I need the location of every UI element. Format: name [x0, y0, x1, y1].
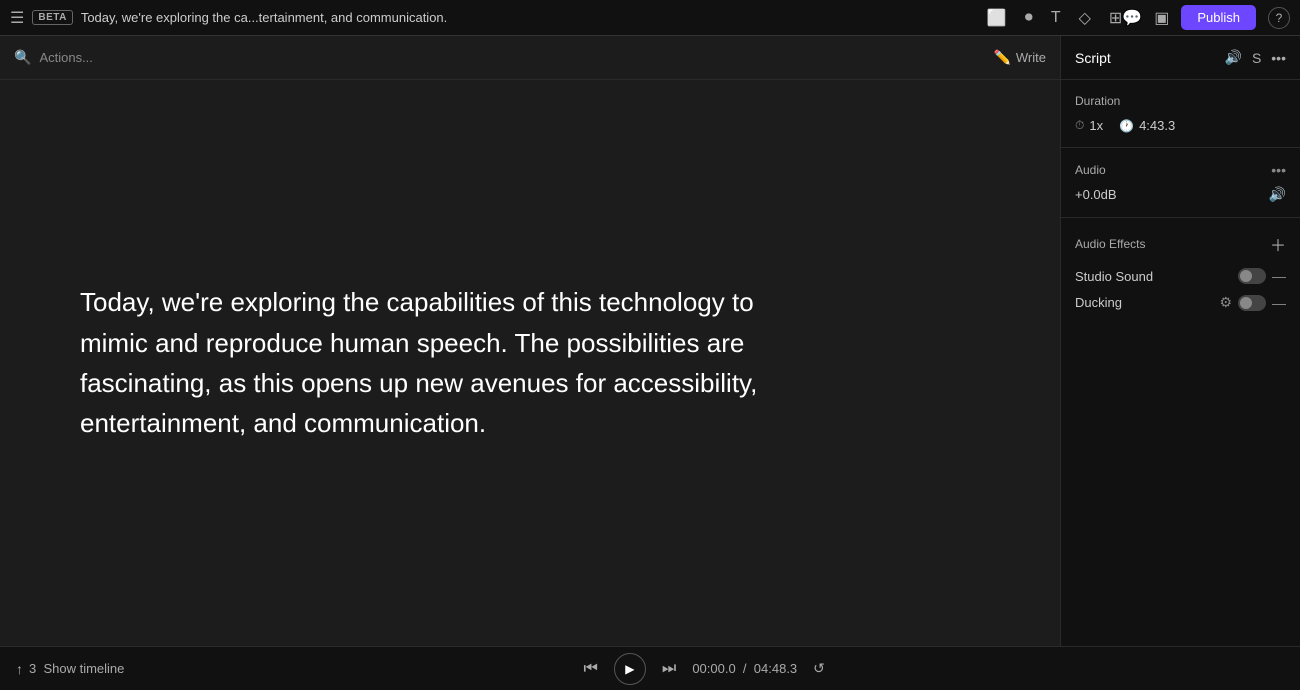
audio-db-value: +0.0dB — [1075, 187, 1269, 202]
skip-back-button[interactable]: ⏮ — [584, 660, 598, 678]
timeline-icon: ↑ — [16, 661, 23, 677]
top-bar-right: 💬 ▣ Publish ? — [1122, 5, 1290, 30]
replay-button[interactable]: ↺ — [813, 660, 825, 677]
audio-more-icon[interactable]: ••• — [1271, 162, 1286, 178]
time-display: 00:00.0 / 04:48.3 — [692, 661, 797, 676]
canvas-area: Today, we're exploring the capabilities … — [0, 80, 1060, 646]
beta-badge: BETA — [32, 10, 72, 25]
top-bar: ☰ BETA Today, we're exploring the ca...t… — [0, 0, 1300, 36]
time-value: 4:43.3 — [1139, 118, 1175, 133]
show-timeline-button[interactable]: ↑ 3 Show timeline — [16, 661, 124, 677]
duration-row: ⏱ 1x 🕐 4:43.3 — [1075, 118, 1286, 133]
help-icon[interactable]: ? — [1268, 7, 1290, 29]
effects-header: Audio Effects ＋ — [1075, 232, 1286, 256]
ducking-row: Ducking ⚙ — — [1075, 294, 1286, 311]
ducking-label: Ducking — [1075, 295, 1213, 310]
more-options-icon[interactable]: ••• — [1271, 50, 1286, 66]
left-panel: 🔍 Actions... ✏️ Write Today, we're explo… — [0, 36, 1060, 646]
canvas-text: Today, we're exploring the capabilities … — [80, 282, 780, 443]
audio-title: Audio — [1075, 163, 1271, 177]
save-icon[interactable]: ⬜ — [987, 8, 1007, 28]
duration-title: Duration — [1075, 94, 1286, 108]
top-bar-left: ☰ BETA Today, we're exploring the ca...t… — [10, 8, 987, 28]
comment-icon[interactable]: 💬 — [1122, 8, 1142, 28]
effects-section: Audio Effects ＋ Studio Sound — Ducking ⚙… — [1061, 218, 1300, 335]
record-icon[interactable]: ⏺ — [1025, 9, 1033, 27]
clock-icon: 🕐 — [1119, 119, 1134, 133]
play-button[interactable]: ▶ — [614, 653, 646, 685]
text-icon[interactable]: T — [1051, 9, 1061, 27]
bottom-bar: ↑ 3 Show timeline ⏮ ▶ ⏭ 00:00.0 / 04:48.… — [0, 646, 1300, 690]
write-icon: ✏️ — [993, 49, 1010, 66]
audio-icon[interactable]: 🔊 — [1225, 49, 1242, 66]
duration-section: Duration ⏱ 1x 🕐 4:43.3 — [1061, 80, 1300, 148]
speed-item: ⏱ 1x — [1075, 118, 1103, 133]
right-panel-header: Script 🔊 S ••• — [1061, 36, 1300, 80]
skip-forward-button[interactable]: ⏭ — [662, 660, 676, 678]
actions-label[interactable]: Actions... — [39, 50, 92, 65]
search-icon[interactable]: 🔍 — [14, 49, 31, 66]
ducking-toggle[interactable] — [1238, 295, 1266, 311]
menu-icon[interactable]: ☰ — [10, 8, 24, 28]
audio-volume-icon[interactable]: 🔊 — [1269, 186, 1286, 203]
right-panel: Script 🔊 S ••• Duration ⏱ 1x 🕐 4:43.3 — [1060, 36, 1300, 646]
playback-controls: ⏮ ▶ ⏭ 00:00.0 / 04:48.3 ↺ — [584, 653, 825, 685]
speed-icon: ⏱ — [1075, 118, 1084, 133]
publish-button[interactable]: Publish — [1181, 5, 1256, 30]
grid-icon[interactable]: ⊞ — [1109, 8, 1122, 28]
audio-section: Audio ••• +0.0dB 🔊 — [1061, 148, 1300, 218]
s-label[interactable]: S — [1252, 50, 1261, 66]
layout-icon[interactable]: ▣ — [1154, 8, 1169, 28]
audio-value-row: +0.0dB 🔊 — [1075, 186, 1286, 203]
add-effect-icon[interactable]: ＋ — [1270, 232, 1286, 256]
studio-sound-toggle[interactable] — [1238, 268, 1266, 284]
document-title: Today, we're exploring the ca...tertainm… — [81, 10, 447, 25]
show-timeline-label: 3 Show timeline — [29, 661, 124, 676]
media-icon[interactable]: ◇ — [1079, 8, 1091, 28]
right-header-icons: 🔊 S ••• — [1225, 49, 1287, 66]
ducking-settings-icon[interactable]: ⚙ — [1219, 294, 1232, 311]
audio-header: Audio ••• — [1075, 162, 1286, 178]
speed-value[interactable]: 1x — [1089, 118, 1103, 133]
top-bar-center: ⬜ ⏺ T ◇ ⊞ — [987, 8, 1122, 28]
time-item: 🕐 4:43.3 — [1119, 118, 1175, 133]
script-label: Script — [1075, 50, 1215, 66]
ducking-remove-icon[interactable]: — — [1272, 295, 1286, 311]
studio-sound-remove-icon[interactable]: — — [1272, 268, 1286, 284]
left-toolbar: 🔍 Actions... ✏️ Write — [0, 36, 1060, 80]
studio-sound-row: Studio Sound — — [1075, 268, 1286, 284]
write-button[interactable]: ✏️ Write — [993, 49, 1046, 66]
main-area: 🔍 Actions... ✏️ Write Today, we're explo… — [0, 36, 1300, 646]
effects-title: Audio Effects — [1075, 237, 1270, 251]
studio-sound-label: Studio Sound — [1075, 269, 1232, 284]
